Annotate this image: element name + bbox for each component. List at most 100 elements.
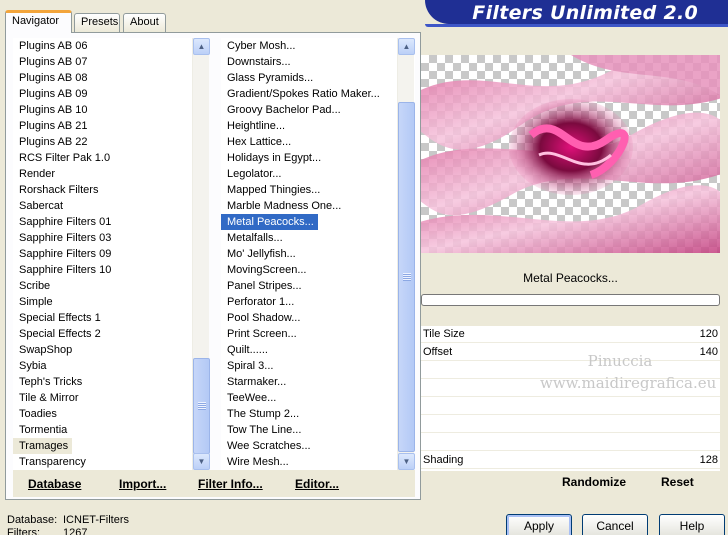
list-item[interactable]: Tow The Line... xyxy=(221,422,415,438)
list-item[interactable]: Plugins AB 06 xyxy=(13,38,209,54)
list-item[interactable]: Transparency xyxy=(13,454,209,470)
filters-label: Filters: xyxy=(7,527,40,535)
list-item[interactable]: Heightline... xyxy=(221,118,415,134)
apply-button[interactable]: Apply xyxy=(506,514,572,535)
cancel-button[interactable]: Cancel xyxy=(582,514,648,535)
scroll-thumb[interactable] xyxy=(193,358,210,454)
list-item[interactable]: Plugins AB 08 xyxy=(13,70,209,86)
status-area: Database: ICNET-Filters Filters: 1267 xyxy=(7,514,129,535)
list-item[interactable]: SwapShop xyxy=(13,342,209,358)
param-value: 128 xyxy=(699,454,718,466)
list-item[interactable]: MovingScreen... xyxy=(221,262,415,278)
param-row-shading[interactable]: Shading 128 xyxy=(421,452,720,469)
scroll-down-button[interactable]: ▼ xyxy=(193,453,210,470)
list-item[interactable]: Special Effects 1 xyxy=(13,310,209,326)
title-banner: Filters Unlimited 2.0 xyxy=(425,0,728,27)
param-label: Shading xyxy=(423,454,464,466)
scroll-thumb[interactable] xyxy=(398,102,415,452)
list-item[interactable]: Plugins AB 10 xyxy=(13,102,209,118)
list-item[interactable]: Plugins AB 21 xyxy=(13,118,209,134)
list-item[interactable]: Perforator 1... xyxy=(221,294,415,310)
list-item[interactable]: Gradient/Spokes Ratio Maker... xyxy=(221,86,415,102)
scroll-up-button[interactable]: ▲ xyxy=(193,38,210,55)
editor-button[interactable]: Editor... xyxy=(295,477,339,491)
filter-scrollbar[interactable]: ▲ ▼ xyxy=(397,38,415,470)
selected-filter-name: Metal Peacocks... xyxy=(523,271,618,285)
list-item[interactable]: Legolator... xyxy=(221,166,415,182)
scroll-up-button[interactable]: ▲ xyxy=(398,38,415,55)
category-list[interactable]: Plugins AB 06 Plugins AB 07 Plugins AB 08 P… xyxy=(13,38,209,470)
list-item[interactable]: Special Effects 2 xyxy=(13,326,209,342)
import-button[interactable]: Import... xyxy=(119,477,166,491)
scroll-down-button[interactable]: ▼ xyxy=(398,453,415,470)
list-item[interactable]: Mo' Jellyfish... xyxy=(221,246,415,262)
parameter-panel: Tile Size 120 Offset 140 Shading 128 xyxy=(421,326,720,471)
list-item[interactable]: Marble Madness One... xyxy=(221,198,415,214)
list-item[interactable]: Plugins AB 22 xyxy=(13,134,209,150)
list-item[interactable]: Quilt...... xyxy=(221,342,415,358)
list-item[interactable]: Hex Lattice... xyxy=(221,134,415,150)
list-item[interactable]: Sapphire Filters 09 xyxy=(13,246,209,262)
watermark: Pinuccia www.maidiregrafica.eu xyxy=(540,350,717,394)
list-item[interactable]: Wire Mesh... xyxy=(221,454,415,470)
list-item[interactable]: Sapphire Filters 10 xyxy=(13,262,209,278)
list-item[interactable]: Sapphire Filters 03 xyxy=(13,230,209,246)
param-row-empty xyxy=(421,434,720,451)
list-item[interactable]: Simple xyxy=(13,294,209,310)
list-item[interactable]: Plugins AB 07 xyxy=(13,54,209,70)
list-item[interactable]: Starmaker... xyxy=(221,374,415,390)
list-item[interactable]: Rorshack Filters xyxy=(13,182,209,198)
list-item[interactable]: Teph's Tricks xyxy=(13,374,209,390)
watermark-line: www.maidiregrafica.eu xyxy=(540,374,717,392)
list-item[interactable]: Scribe xyxy=(13,278,209,294)
tab-label: Navigator xyxy=(12,15,60,27)
list-item[interactable]: Cyber Mosh... xyxy=(221,38,415,54)
tab-presets[interactable]: Presets xyxy=(74,13,120,32)
database-button[interactable]: Database xyxy=(28,477,81,491)
list-item[interactable]: Wee Scratches... xyxy=(221,438,415,454)
progress-bar xyxy=(421,294,720,306)
category-scrollbar[interactable]: ▲ ▼ xyxy=(192,38,210,470)
filter-info-button[interactable]: Filter Info... xyxy=(198,477,263,491)
list-item[interactable]: Tile & Mirror xyxy=(13,390,209,406)
list-item[interactable]: Holidays in Egypt... xyxy=(221,150,415,166)
list-item[interactable]: Print Screen... xyxy=(221,326,415,342)
list-item[interactable]: Tramages xyxy=(13,438,73,454)
navigator-button-bar: Database Import... Filter Info... Editor… xyxy=(13,470,415,497)
list-item[interactable]: Downstairs... xyxy=(221,54,415,70)
list-item[interactable]: Groovy Bachelor Pad... xyxy=(221,102,415,118)
database-value: ICNET-Filters xyxy=(63,514,129,526)
list-item[interactable]: Panel Stripes... xyxy=(221,278,415,294)
list-item[interactable]: Mapped Thingies... xyxy=(221,182,415,198)
list-item[interactable]: TeeWee... xyxy=(221,390,415,406)
filter-list[interactable]: Cyber Mosh... Downstairs... Glass Pyramids… xyxy=(221,38,415,470)
preview-artwork xyxy=(421,55,720,253)
tab-label: Presets xyxy=(81,16,119,28)
filters-count: 1267 xyxy=(63,527,88,535)
app-title: Filters Unlimited 2.0 xyxy=(472,2,698,24)
list-item[interactable]: Pool Shadow... xyxy=(221,310,415,326)
grip-icon xyxy=(198,402,206,410)
list-item[interactable]: RCS Filter Pak 1.0 xyxy=(13,150,209,166)
list-item[interactable]: Tormentia xyxy=(13,422,209,438)
list-item[interactable]: Sapphire Filters 01 xyxy=(13,214,209,230)
help-button[interactable]: Help xyxy=(659,514,725,535)
list-item[interactable]: Toadies xyxy=(13,406,209,422)
list-item[interactable]: Plugins AB 09 xyxy=(13,86,209,102)
list-item[interactable]: Glass Pyramids... xyxy=(221,70,415,86)
list-item[interactable]: Metal Peacocks... xyxy=(221,214,318,230)
param-row-tile-size[interactable]: Tile Size 120 xyxy=(421,326,720,343)
randomize-button[interactable]: Randomize xyxy=(562,475,626,489)
param-value: 140 xyxy=(699,346,718,358)
list-item[interactable]: Sybia xyxy=(13,358,209,374)
grip-icon xyxy=(403,273,411,281)
list-item[interactable]: Metalfalls... xyxy=(221,230,415,246)
reset-button[interactable]: Reset xyxy=(661,475,694,489)
tab-navigator[interactable]: Navigator xyxy=(5,10,72,33)
list-item[interactable]: The Stump 2... xyxy=(221,406,415,422)
list-item[interactable]: Spiral 3... xyxy=(221,358,415,374)
list-item[interactable]: Render xyxy=(13,166,209,182)
list-item[interactable]: Sabercat xyxy=(13,198,209,214)
tab-about[interactable]: About xyxy=(123,13,166,32)
database-label: Database: xyxy=(7,514,58,526)
